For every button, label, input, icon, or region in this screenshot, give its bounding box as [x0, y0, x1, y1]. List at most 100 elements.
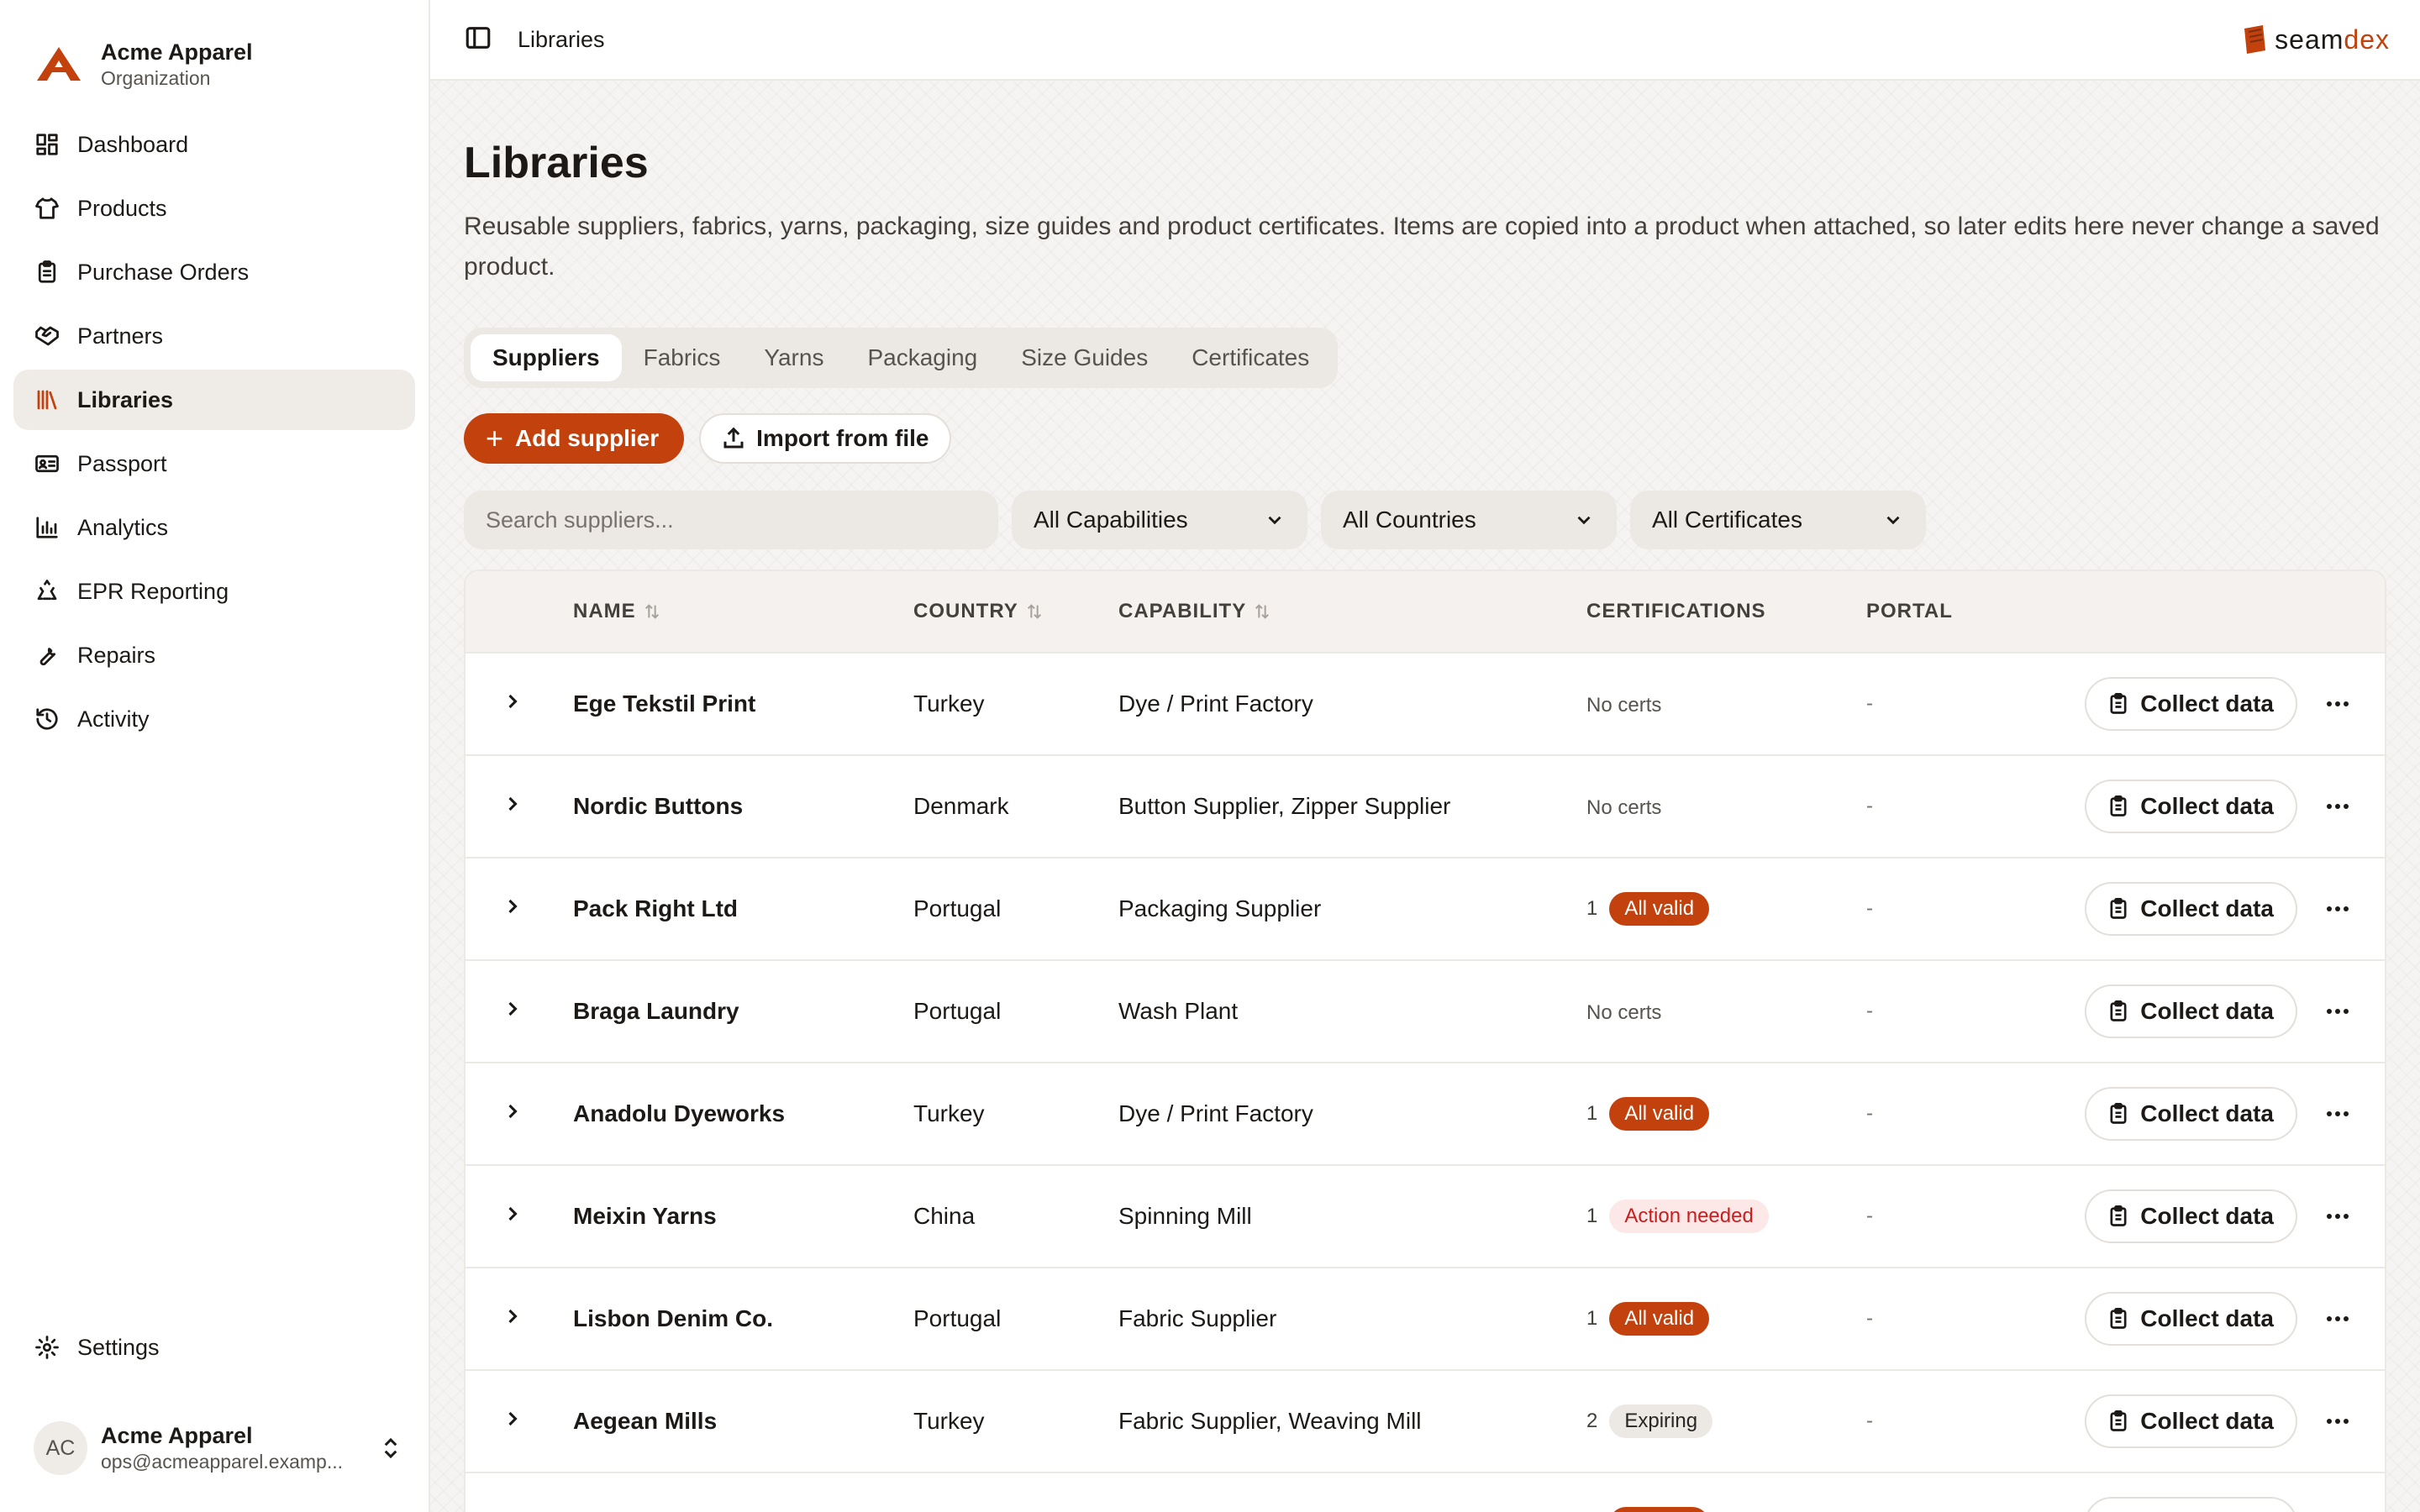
- column-header-portal: PORTAL: [1866, 600, 1953, 622]
- supplier-name[interactable]: Aegean Mills: [573, 1408, 913, 1435]
- expand-row-button[interactable]: [466, 1202, 573, 1231]
- table-row[interactable]: Aegean Mills Turkey Fabric Supplier, Weavi…: [466, 1371, 2385, 1473]
- cert-count: 1: [1586, 1307, 1598, 1330]
- sidebar-item-products[interactable]: Products: [13, 178, 415, 239]
- column-header-country[interactable]: COUNTRY: [913, 600, 1118, 623]
- clipboard-list-icon: [2110, 692, 2127, 714]
- expand-row-button[interactable]: [466, 1407, 573, 1436]
- expand-row-button[interactable]: [466, 1509, 573, 1512]
- sidebar-item-activity[interactable]: Activity: [13, 689, 415, 749]
- supplier-name[interactable]: Ege Tekstil Print: [573, 690, 913, 717]
- user-menu[interactable]: AC Acme Apparel ops@acmeapparel.examp...: [34, 1421, 403, 1475]
- search-input[interactable]: [464, 491, 998, 549]
- table-row[interactable]: Lisbon Denim Co. Portugal Fabric Supplier 1…: [466, 1268, 2385, 1371]
- more-options-icon[interactable]: [2319, 1212, 2356, 1221]
- table-body: Ege Tekstil Print Turkey Dye / Print Facto…: [466, 654, 2385, 1512]
- collect-data-button[interactable]: Collect data: [2085, 677, 2297, 731]
- table-row[interactable]: Ege Tekstil Print Turkey Dye / Print Facto…: [466, 654, 2385, 756]
- chevron-down-icon: [1268, 516, 1281, 525]
- supplier-certifications: No certs: [1586, 690, 1866, 717]
- sidebar-item-analytics[interactable]: Analytics: [13, 497, 415, 558]
- table-row[interactable]: Meixin Yarns China Spinning Mill 1 Action ne…: [466, 1166, 2385, 1268]
- tab-packaging[interactable]: Packaging: [845, 334, 999, 381]
- column-header-name[interactable]: NAME: [573, 600, 913, 623]
- supplier-portal: -: [1866, 692, 1873, 715]
- cert-count: 1: [1586, 1205, 1598, 1227]
- tab-suppliers[interactable]: Suppliers: [471, 334, 622, 381]
- sidebar-item-label: Partners: [77, 323, 164, 349]
- collect-data-label: Collect data: [2140, 998, 2274, 1024]
- supplier-name[interactable]: Braga Laundry: [573, 998, 913, 1025]
- sidebar-item-dashboard[interactable]: Dashboard: [13, 114, 415, 175]
- sidebar-item-settings[interactable]: Settings: [13, 1317, 415, 1378]
- more-options-icon[interactable]: [2319, 905, 2356, 913]
- sidebar-item-epr-reporting[interactable]: EPR Reporting: [13, 561, 415, 622]
- supplier-name[interactable]: Pack Right Ltd: [573, 895, 913, 922]
- column-header-capability[interactable]: CAPABILITY: [1118, 600, 1586, 623]
- sidebar-item-label: Analytics: [77, 514, 169, 540]
- sidebar-item-partners[interactable]: Partners: [13, 306, 415, 366]
- collect-data-button[interactable]: Collect data: [2085, 1292, 2297, 1346]
- tab-certificates[interactable]: Certificates: [1170, 334, 1331, 381]
- expand-row-button[interactable]: [466, 1100, 573, 1129]
- supplier-country: Portugal: [913, 1305, 1002, 1331]
- add-supplier-button[interactable]: + Add supplier: [464, 413, 685, 464]
- capabilities-select[interactable]: All Capabilities: [1012, 491, 1307, 549]
- table-row[interactable]: Nordic Buttons Denmark Button Supplier, Zi…: [466, 756, 2385, 858]
- countries-select[interactable]: All Countries: [1321, 491, 1617, 549]
- table-row[interactable]: Izmir KnittingTurkeyAssembly Factory1All…: [466, 1473, 2385, 1512]
- org-switcher[interactable]: Acme Apparel Organization: [0, 0, 429, 94]
- expand-row-button[interactable]: [466, 1305, 573, 1334]
- more-options-icon[interactable]: [2319, 700, 2356, 708]
- sidebar-item-purchase-orders[interactable]: Purchase Orders: [13, 242, 415, 302]
- sidebar-item-passport[interactable]: Passport: [13, 433, 415, 494]
- table-row[interactable]: Pack Right Ltd Portugal Packaging Supplier…: [466, 858, 2385, 961]
- more-options-icon[interactable]: [2319, 1315, 2356, 1323]
- table-row[interactable]: Braga Laundry Portugal Wash Plant No certs -…: [466, 961, 2385, 1063]
- collect-data-button[interactable]: Collect data: [2085, 984, 2297, 1038]
- more-options-icon[interactable]: [2319, 1007, 2356, 1016]
- supplier-name[interactable]: Nordic Buttons: [573, 793, 913, 820]
- collect-data-label: Collect data: [2140, 1100, 2274, 1126]
- column-header-label: CAPABILITY: [1118, 600, 1247, 622]
- supplier-capability: Spinning Mill: [1118, 1203, 1252, 1229]
- cert-summary: 1 All valid: [1586, 1302, 1866, 1336]
- collect-data-button[interactable]: Collect data: [2085, 1087, 2297, 1141]
- expand-row-button[interactable]: [466, 997, 573, 1026]
- sidebar-toggle-icon[interactable]: [464, 24, 492, 56]
- more-options-icon[interactable]: [2319, 1110, 2356, 1118]
- collect-data-button[interactable]: Collect data: [2085, 1189, 2297, 1243]
- library-tabs: Suppliers Fabrics Yarns Packaging Size G…: [464, 328, 1339, 388]
- import-from-file-button[interactable]: Import from file: [699, 413, 951, 464]
- supplier-name[interactable]: Meixin Yarns: [573, 1203, 913, 1230]
- expand-row-button[interactable]: [466, 690, 573, 719]
- supplier-name[interactable]: Anadolu Dyeworks: [573, 1100, 913, 1127]
- supplier-certifications: 1 Action needed: [1586, 1200, 1866, 1233]
- sidebar-item-label: Passport: [77, 450, 167, 476]
- id-card-icon: [34, 450, 60, 477]
- collect-data-button[interactable]: Collect data: [2085, 1497, 2297, 1512]
- clipboard-list-icon: [2110, 1102, 2127, 1124]
- status-badge: All valid: [1609, 1507, 1710, 1512]
- more-options-icon[interactable]: [2319, 1417, 2356, 1425]
- clipboard-icon: [34, 259, 60, 286]
- column-header-label: NAME: [573, 600, 636, 622]
- tab-size-guides[interactable]: Size Guides: [999, 334, 1170, 381]
- cert-count: 2: [1586, 1410, 1598, 1432]
- collect-data-button[interactable]: Collect data: [2085, 882, 2297, 936]
- sidebar: Acme Apparel Organization Dashboard Prod…: [0, 0, 430, 1512]
- sidebar-item-repairs[interactable]: Repairs: [13, 625, 415, 685]
- more-options-icon[interactable]: [2319, 802, 2356, 811]
- tab-fabrics[interactable]: Fabrics: [622, 334, 743, 381]
- expand-row-button[interactable]: [466, 895, 573, 924]
- certificates-value: All Certificates: [1652, 507, 1802, 533]
- collect-data-button[interactable]: Collect data: [2085, 1394, 2297, 1448]
- sidebar-item-libraries[interactable]: Libraries: [13, 370, 415, 430]
- certificates-select[interactable]: All Certificates: [1630, 491, 1926, 549]
- expand-row-button[interactable]: [466, 792, 573, 822]
- supplier-name[interactable]: Lisbon Denim Co.: [573, 1305, 913, 1332]
- collect-data-button[interactable]: Collect data: [2085, 780, 2297, 833]
- table-row[interactable]: Anadolu Dyeworks Turkey Dye / Print Factor…: [466, 1063, 2385, 1166]
- tab-yarns[interactable]: Yarns: [742, 334, 845, 381]
- sidebar-item-label: Activity: [77, 706, 150, 732]
